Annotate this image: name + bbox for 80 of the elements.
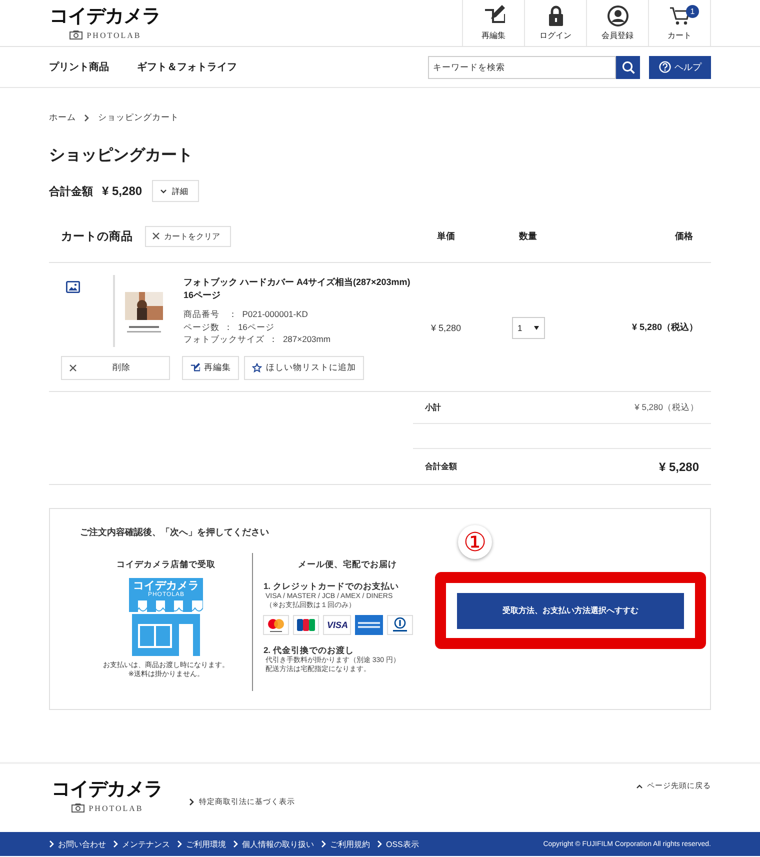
header-cart-link[interactable]: カート 1	[648, 0, 711, 46]
close-icon	[69, 364, 77, 372]
total-label: 合計金額	[49, 184, 93, 198]
breadcrumb-link[interactable]: ショッピングカート	[98, 112, 179, 124]
footer-link[interactable]: お問い合わせ	[49, 838, 106, 850]
camera-icon	[70, 803, 85, 813]
chevron-up-icon	[636, 784, 643, 788]
column-header: 価格	[674, 230, 694, 242]
jcb-logo	[293, 615, 320, 635]
chevron-icon	[113, 840, 119, 848]
camera-icon	[68, 30, 83, 40]
chevron-icon	[49, 840, 55, 848]
total-amount: ¥ 5,280	[102, 184, 142, 198]
footer-link[interactable]: ご利用環境	[177, 838, 226, 850]
visa-logo: VISA	[323, 615, 352, 635]
cart-icon	[668, 5, 690, 27]
chevron-icon	[177, 840, 183, 848]
close-icon	[152, 232, 160, 240]
header-edit-link[interactable]: 再編集	[462, 0, 524, 46]
store-pickup-heading: コイデカメラ店舗で受取	[116, 559, 216, 571]
dropdown-triangle-icon	[534, 326, 538, 330]
proceed-button[interactable]: 受取方法、お支払い方法選択へすすむ	[457, 592, 684, 628]
footer-link[interactable]: 個人情報の取り扱い	[233, 838, 314, 850]
payment-method-title: 1. クレジットカードでのお支払い	[263, 581, 400, 592]
subtotal-amount: ¥ 5,280（税込）	[634, 402, 699, 414]
cart-heading: カートの商品	[61, 229, 133, 244]
unit-price: ¥ 5,280	[430, 322, 462, 332]
search-icon	[622, 60, 634, 74]
diners-club-logo	[387, 615, 414, 635]
product-spec: 商品番号 ： P021-000001-KD	[184, 308, 309, 320]
page-title: ショッピングカート	[49, 146, 194, 166]
wishlist-button[interactable]: ほしい物リストに追加	[244, 356, 364, 380]
product-spec: ページ数 ： 16ページ	[184, 320, 276, 333]
header-user-link[interactable]: 会員登録	[586, 0, 648, 46]
search-field[interactable]: キーワードを検索	[428, 56, 616, 78]
cart-count-badge: 1	[686, 5, 699, 18]
logo-wordmark[interactable]: コイデカメラ	[52, 779, 162, 801]
delivery-heading: メール便、宅配でお届け	[297, 559, 398, 571]
footer-link[interactable]: ご利用規約	[321, 838, 370, 850]
column-header: 数量	[518, 230, 538, 242]
footer-link[interactable]: OSS表示	[377, 838, 419, 850]
instruction-text: ご注文内容確認後、「次へ」を押してください	[80, 526, 270, 539]
details-button[interactable]: 詳細	[152, 180, 200, 202]
edit-button[interactable]: 再編集	[182, 356, 239, 380]
logo-subtitle: PHOTOLAB	[88, 804, 144, 812]
nav-link[interactable]: ギフト＆フォトライフ	[137, 60, 237, 74]
nav-link[interactable]: プリント商品	[49, 60, 109, 74]
header-lock-link[interactable]: ログイン	[524, 0, 586, 46]
user-circle-icon	[606, 5, 628, 27]
product-spec: フォトブックサイズ ： 287×203mm	[184, 333, 332, 346]
pencil-square-icon	[190, 363, 200, 373]
chevron-icon	[321, 840, 327, 848]
footer-link[interactable]: メンテナンス	[113, 838, 170, 850]
clear-cart-button[interactable]: カートをクリア	[145, 226, 231, 246]
store-sign-name: コイデカメラ	[133, 580, 200, 592]
payment-method-title: 2. 代金引換でのお渡し	[263, 645, 355, 656]
chevron-down-icon	[160, 188, 168, 194]
mastercard-logo	[263, 615, 290, 635]
question-circle-icon	[658, 61, 670, 73]
breadcrumb-link[interactable]: ホーム	[49, 112, 76, 124]
chevron-icon	[233, 840, 239, 848]
star-icon	[252, 363, 262, 373]
amex-logo	[355, 615, 384, 635]
column-header: 単価	[436, 230, 456, 242]
quantity-select[interactable]: 1	[512, 316, 544, 338]
logo-wordmark[interactable]: コイデカメラ	[50, 6, 160, 28]
image-icon	[66, 281, 80, 293]
search-button[interactable]	[616, 56, 640, 78]
chevron-icon	[377, 840, 383, 848]
line-price: ¥ 5,280（税込）	[630, 321, 699, 334]
total-label: 合計金額	[425, 461, 457, 472]
product-name: フォトブック ハードカバー A4サイズ相当(287×203mm) 16ページ	[184, 276, 412, 302]
logo-subtitle: PHOTOLAB	[86, 30, 142, 40]
chevron-icon	[84, 114, 90, 122]
delete-button[interactable]: 削除	[61, 356, 170, 380]
help-button[interactable]: ヘルプ	[649, 56, 711, 78]
subtotal-label: 小計	[425, 402, 441, 413]
step-number-badge: ①	[458, 525, 492, 559]
chevron-icon	[189, 798, 195, 806]
total-amount: ¥ 5,280	[658, 460, 699, 474]
